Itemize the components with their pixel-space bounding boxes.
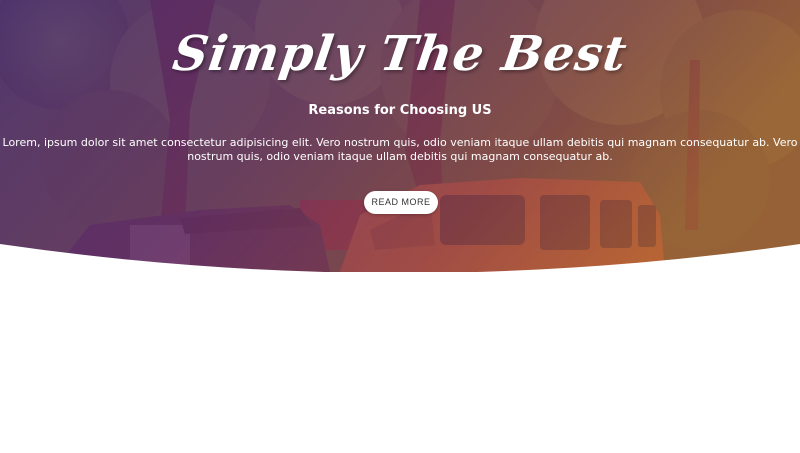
hero-section: Simply The Best Reasons for Choosing US … bbox=[0, 0, 800, 272]
read-more-button[interactable]: READ MORE bbox=[364, 191, 438, 214]
content-area bbox=[0, 272, 800, 453]
hero-title: Simply The Best bbox=[169, 26, 631, 82]
hero-description: Lorem, ipsum dolor sit amet consectetur … bbox=[2, 136, 798, 163]
hero-subtitle: Reasons for Choosing US bbox=[308, 103, 492, 118]
